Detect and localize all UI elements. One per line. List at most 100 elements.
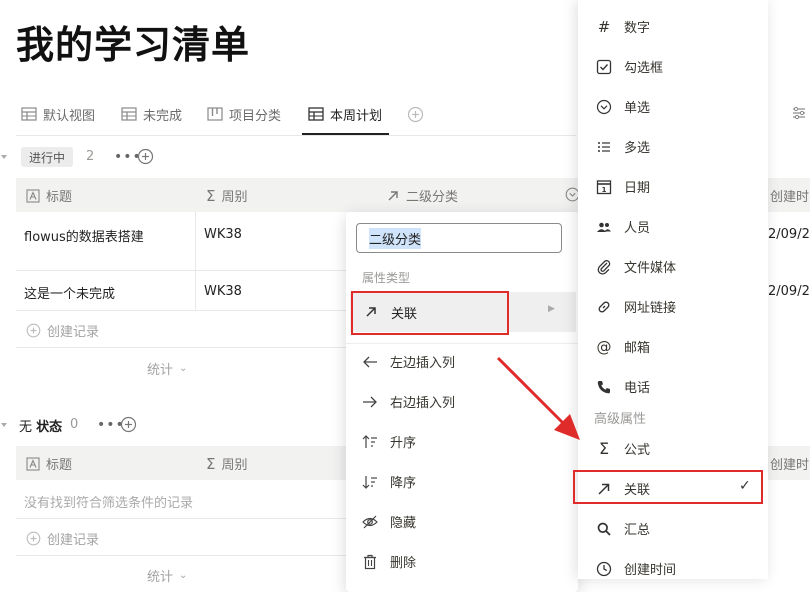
add-icon[interactable]: [120, 416, 137, 433]
group-status-label: 无 状态: [19, 420, 63, 435]
sort-asc-item[interactable]: 升序: [362, 432, 416, 451]
table-header-overflow: 创建时: [768, 446, 810, 480]
row-week[interactable]: WK38: [204, 227, 242, 242]
column-header-week[interactable]: Σ 周别: [206, 186, 248, 206]
column-header-title[interactable]: 标题: [26, 186, 72, 205]
add-icon[interactable]: [137, 148, 154, 165]
page-title: 我的学习清单: [16, 23, 251, 67]
property-name-input[interactable]: 二级分类: [356, 223, 562, 253]
hash-icon: #: [597, 17, 611, 36]
column-header-created: 创建时: [770, 458, 810, 473]
tab-label: 本周计划: [330, 108, 383, 124]
row-date: 2/09/24: [768, 227, 810, 242]
type-option-file[interactable]: 文件媒体: [596, 257, 676, 276]
stats-button[interactable]: 统计 ⌄: [147, 566, 187, 585]
collapse-arrow-icon[interactable]: [0, 421, 8, 429]
row-title[interactable]: 这是一个未完成: [24, 283, 115, 302]
link-icon: [596, 299, 612, 315]
sort-desc-item[interactable]: 降序: [362, 472, 416, 491]
type-option-single-select[interactable]: 单选: [596, 97, 650, 116]
type-option-number[interactable]: # 数字: [596, 17, 650, 37]
tab-incomplete[interactable]: 未完成: [121, 105, 183, 124]
sort-asc-icon: [362, 434, 378, 449]
insert-right-item[interactable]: 右边插入列: [362, 392, 455, 411]
type-option-created-time[interactable]: 创建时间: [596, 559, 676, 578]
text-field-icon: [26, 188, 40, 203]
table-header-overflow: 创建时: [768, 178, 810, 212]
tab-default-view[interactable]: 默认视图: [21, 105, 96, 124]
arrow-left-icon: [362, 355, 378, 369]
chevron-down-icon: ⌄: [179, 363, 188, 374]
row-week[interactable]: WK38: [204, 284, 242, 299]
type-option-multi-select[interactable]: 多选: [596, 137, 650, 156]
column-header-week[interactable]: Σ 周别: [206, 454, 248, 474]
tab-project-category[interactable]: 项目分类: [207, 105, 282, 124]
column-header-subcategory[interactable]: 二级分类: [386, 186, 458, 205]
chevron-circle-icon: [596, 99, 612, 115]
property-type-menu: # 数字 勾选框 单选 多选 1 日期 人员 文件媒体 网址链接 @ 邮箱 电话…: [573, 0, 768, 579]
type-option-person[interactable]: 人员: [596, 217, 650, 236]
add-icon: [26, 323, 41, 338]
menu-divider: [346, 343, 578, 344]
group-count: 2: [86, 149, 95, 164]
highlight-box: [573, 470, 763, 504]
type-option-url[interactable]: 网址链接: [596, 297, 676, 316]
delete-item[interactable]: 删除: [362, 552, 416, 571]
group-status-chip: 进行中: [21, 147, 74, 167]
table-icon: [308, 107, 324, 121]
row-date: 2/09/24: [768, 284, 810, 299]
table-icon: [121, 107, 137, 121]
section-label: 属性类型: [362, 271, 411, 285]
advanced-section-label: 高级属性: [594, 412, 647, 427]
column-header-title[interactable]: 标题: [26, 454, 72, 473]
add-view-icon[interactable]: [407, 106, 424, 123]
eye-off-icon: [362, 515, 378, 529]
empty-state: 没有找到符合筛选条件的记录: [24, 496, 194, 511]
create-record-button[interactable]: 创建记录: [26, 321, 99, 340]
trash-icon: [362, 554, 378, 570]
group-count: 0: [70, 417, 79, 432]
tab-label: 项目分类: [229, 108, 282, 124]
text-field-icon: [26, 456, 40, 471]
tab-weekly-plan[interactable]: 本周计划: [308, 105, 383, 124]
search-icon: [596, 521, 612, 537]
add-icon: [26, 531, 41, 546]
type-option-phone[interactable]: 电话: [596, 377, 650, 396]
people-icon: [596, 219, 612, 235]
type-option-checkbox[interactable]: 勾选框: [596, 57, 663, 76]
filter-settings-icon[interactable]: [791, 105, 807, 121]
collapse-arrow-icon[interactable]: [0, 153, 8, 161]
table-header: 标题 Σ 周别 二级分类: [16, 178, 616, 212]
create-record-button[interactable]: 创建记录: [26, 529, 99, 548]
type-option-date[interactable]: 1 日期: [596, 177, 650, 196]
highlight-box: [351, 291, 509, 335]
calendar-icon: 1: [596, 179, 612, 195]
chevron-right-icon: ▶: [548, 304, 555, 314]
type-option-email[interactable]: @ 邮箱: [596, 337, 651, 357]
row-title[interactable]: flowus的数据表搭建: [24, 226, 144, 245]
paperclip-icon: [596, 259, 612, 275]
chevron-down-icon: ⌄: [179, 570, 188, 581]
board-icon: [207, 107, 223, 121]
column-divider: [195, 212, 196, 310]
tab-label: 未完成: [143, 108, 183, 124]
clock-icon: [596, 561, 612, 577]
arrow-right-icon: [362, 395, 378, 409]
sigma-icon: Σ: [598, 439, 610, 458]
relation-arrow-icon: [386, 189, 400, 203]
sigma-icon: Σ: [206, 454, 216, 473]
sort-desc-icon: [362, 475, 378, 489]
hide-item[interactable]: 隐藏: [362, 512, 416, 531]
tabs-divider: [16, 135, 576, 136]
type-option-formula[interactable]: Σ 公式: [596, 439, 650, 458]
type-option-rollup[interactable]: 汇总: [596, 519, 650, 538]
checkbox-icon: [596, 59, 612, 75]
sigma-icon: Σ: [206, 186, 216, 205]
phone-icon: [596, 379, 612, 395]
column-header-created: 创建时: [770, 190, 810, 205]
stats-button[interactable]: 统计 ⌄: [147, 359, 187, 378]
list-icon: [596, 139, 612, 155]
tab-label: 默认视图: [43, 108, 96, 124]
annotation-arrow-icon: [496, 356, 580, 440]
insert-left-item[interactable]: 左边插入列: [362, 352, 455, 371]
